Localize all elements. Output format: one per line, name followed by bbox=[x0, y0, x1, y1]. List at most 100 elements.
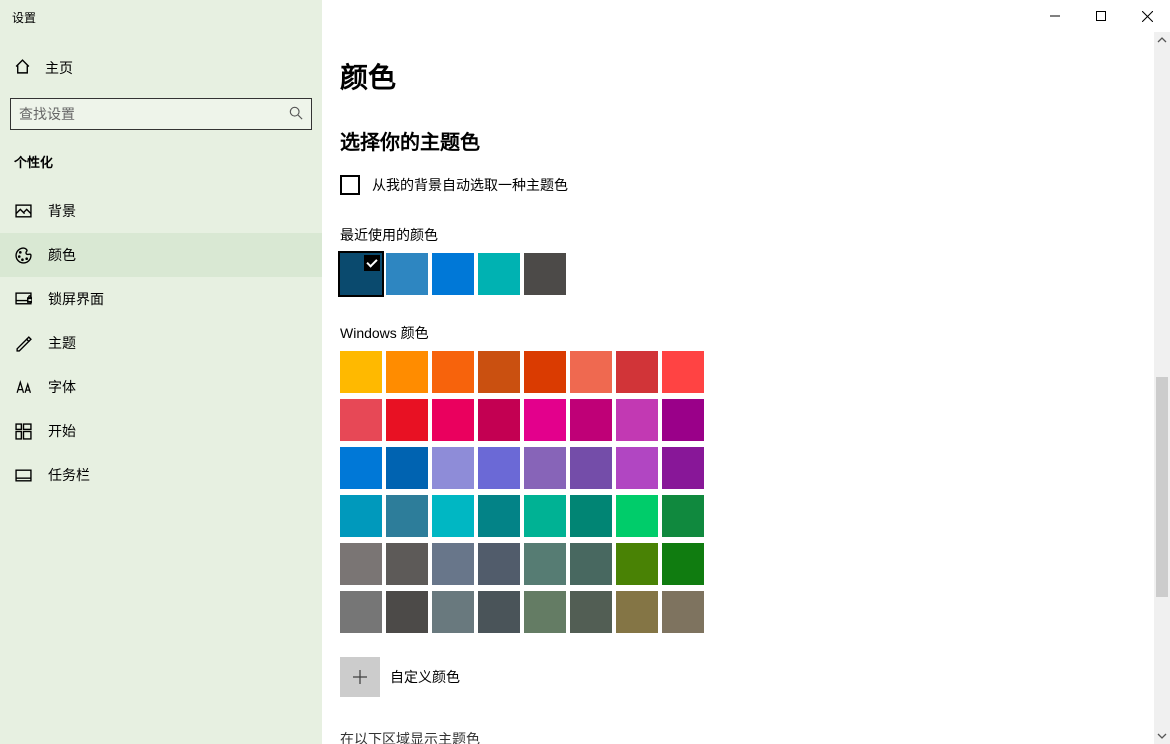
color-swatch[interactable] bbox=[340, 351, 382, 393]
recent-colors-label: 最近使用的颜色 bbox=[340, 225, 1170, 245]
color-swatch[interactable] bbox=[524, 399, 566, 441]
recent-color-swatch[interactable] bbox=[432, 253, 474, 295]
close-button[interactable] bbox=[1124, 0, 1170, 32]
color-swatch[interactable] bbox=[340, 447, 382, 489]
color-swatch[interactable] bbox=[570, 591, 612, 633]
color-swatch[interactable] bbox=[662, 447, 704, 489]
recent-color-swatch[interactable] bbox=[340, 253, 382, 295]
sidebar-item-color[interactable]: 颜色 bbox=[0, 233, 322, 277]
start-icon bbox=[14, 423, 32, 440]
windows-colors-label: Windows 颜色 bbox=[340, 323, 1170, 343]
plus-icon[interactable] bbox=[340, 657, 380, 697]
search-input[interactable] bbox=[10, 98, 312, 130]
color-swatch[interactable] bbox=[524, 447, 566, 489]
window-title: 设置 bbox=[12, 9, 36, 26]
scrollbar[interactable] bbox=[1154, 32, 1170, 744]
scroll-thumb[interactable] bbox=[1156, 377, 1168, 597]
color-swatch[interactable] bbox=[616, 399, 658, 441]
sidebar-item-start[interactable]: 开始 bbox=[0, 409, 322, 453]
sidebar-item-background[interactable]: 背景 bbox=[0, 189, 322, 233]
sidebar-item-fonts[interactable]: 字体 bbox=[0, 365, 322, 409]
sidebar-item-label: 背景 bbox=[48, 201, 76, 221]
color-swatch[interactable] bbox=[432, 351, 474, 393]
sidebar-item-lockscreen[interactable]: 锁屏界面 bbox=[0, 277, 322, 321]
recent-color-swatch[interactable] bbox=[386, 253, 428, 295]
sidebar-item-label: 颜色 bbox=[48, 245, 76, 265]
recent-colors-row bbox=[340, 253, 1170, 295]
sidebar-item-label: 开始 bbox=[48, 421, 76, 441]
checkbox-icon[interactable] bbox=[340, 175, 360, 195]
sidebar-item-label: 字体 bbox=[48, 377, 76, 397]
color-swatch[interactable] bbox=[616, 543, 658, 585]
color-swatch[interactable] bbox=[616, 495, 658, 537]
color-swatch[interactable] bbox=[662, 591, 704, 633]
color-swatch[interactable] bbox=[478, 447, 520, 489]
color-swatch[interactable] bbox=[662, 543, 704, 585]
next-section-heading: 在以下区域显示主题色 bbox=[340, 729, 1170, 744]
scroll-down-icon[interactable] bbox=[1154, 728, 1170, 744]
color-swatch[interactable] bbox=[570, 351, 612, 393]
color-swatch[interactable] bbox=[478, 591, 520, 633]
sidebar-item-taskbar[interactable]: 任务栏 bbox=[0, 453, 322, 497]
color-swatch[interactable] bbox=[386, 591, 428, 633]
color-swatch[interactable] bbox=[432, 495, 474, 537]
scroll-up-icon[interactable] bbox=[1154, 32, 1170, 48]
color-swatch[interactable] bbox=[662, 351, 704, 393]
color-swatch[interactable] bbox=[616, 591, 658, 633]
color-swatch[interactable] bbox=[340, 495, 382, 537]
color-swatch[interactable] bbox=[386, 543, 428, 585]
color-swatch[interactable] bbox=[478, 543, 520, 585]
color-swatch[interactable] bbox=[570, 543, 612, 585]
color-swatch[interactable] bbox=[432, 591, 474, 633]
color-swatch[interactable] bbox=[386, 495, 428, 537]
recent-color-swatch[interactable] bbox=[524, 253, 566, 295]
color-swatch[interactable] bbox=[340, 543, 382, 585]
color-swatch[interactable] bbox=[386, 447, 428, 489]
color-swatch[interactable] bbox=[524, 543, 566, 585]
sidebar: 主页 个性化 背景颜色锁屏界面主题字体开始任务栏 bbox=[0, 0, 322, 744]
lockscreen-icon bbox=[14, 291, 32, 308]
recent-color-swatch[interactable] bbox=[478, 253, 520, 295]
color-swatch[interactable] bbox=[478, 351, 520, 393]
fonts-icon bbox=[14, 379, 32, 396]
color-swatch[interactable] bbox=[524, 495, 566, 537]
color-swatch[interactable] bbox=[478, 495, 520, 537]
color-swatch[interactable] bbox=[570, 399, 612, 441]
color-swatch[interactable] bbox=[662, 399, 704, 441]
color-swatch[interactable] bbox=[662, 495, 704, 537]
color-swatch[interactable] bbox=[432, 543, 474, 585]
color-swatch[interactable] bbox=[570, 495, 612, 537]
taskbar-icon bbox=[14, 467, 32, 484]
color-swatch[interactable] bbox=[340, 591, 382, 633]
color-swatch[interactable] bbox=[524, 351, 566, 393]
color-swatch[interactable] bbox=[340, 399, 382, 441]
home-label: 主页 bbox=[45, 58, 73, 78]
auto-pick-row[interactable]: 从我的背景自动选取一种主题色 bbox=[340, 175, 1170, 195]
color-swatch[interactable] bbox=[616, 351, 658, 393]
page-title: 颜色 bbox=[340, 56, 1170, 96]
color-icon bbox=[14, 247, 32, 264]
background-icon bbox=[14, 203, 32, 220]
color-swatch[interactable] bbox=[386, 351, 428, 393]
sidebar-category: 个性化 bbox=[0, 144, 322, 189]
main-panel: 颜色 选择你的主题色 从我的背景自动选取一种主题色 最近使用的颜色 Window… bbox=[322, 0, 1170, 744]
sidebar-item-themes[interactable]: 主题 bbox=[0, 321, 322, 365]
search-icon bbox=[289, 106, 303, 123]
color-swatch[interactable] bbox=[432, 447, 474, 489]
color-swatch[interactable] bbox=[386, 399, 428, 441]
maximize-button[interactable] bbox=[1078, 0, 1124, 32]
color-swatch[interactable] bbox=[616, 447, 658, 489]
home-link[interactable]: 主页 bbox=[0, 48, 322, 88]
custom-color-row[interactable]: 自定义颜色 bbox=[340, 657, 1170, 697]
auto-pick-label: 从我的背景自动选取一种主题色 bbox=[372, 175, 568, 195]
sidebar-item-label: 任务栏 bbox=[48, 465, 90, 485]
windows-colors-palette bbox=[340, 351, 1170, 633]
home-icon bbox=[14, 58, 31, 78]
search-field[interactable] bbox=[19, 106, 289, 122]
color-swatch[interactable] bbox=[570, 447, 612, 489]
color-swatch[interactable] bbox=[524, 591, 566, 633]
minimize-button[interactable] bbox=[1032, 0, 1078, 32]
color-swatch[interactable] bbox=[478, 399, 520, 441]
section-heading: 选择你的主题色 bbox=[340, 126, 1170, 155]
color-swatch[interactable] bbox=[432, 399, 474, 441]
